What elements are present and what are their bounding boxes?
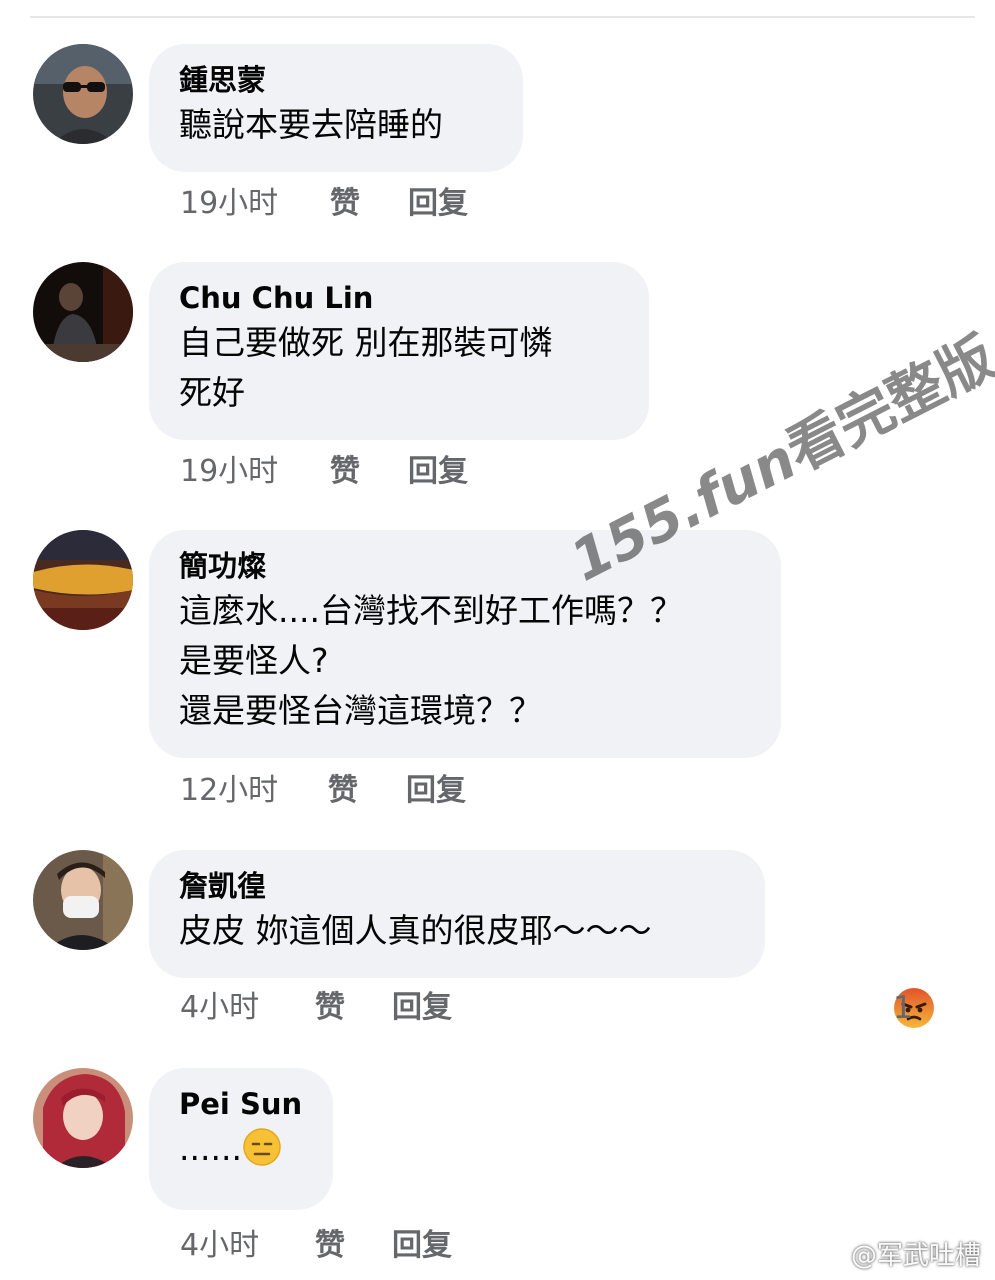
comment-text: ......	[179, 1124, 303, 1174]
like-button[interactable]: 赞	[315, 986, 345, 1030]
reply-button[interactable]: 回复	[392, 986, 452, 1030]
avatar[interactable]	[33, 850, 133, 950]
comment-author[interactable]: 詹凱徨	[179, 866, 735, 906]
like-button[interactable]: 赞	[315, 1224, 345, 1268]
comment-time[interactable]: 19小时	[180, 450, 278, 494]
comment-text: 自己要做死 別在那裝可憐 死好	[179, 318, 619, 418]
comment-actions: 4小时 赞 回复 1	[180, 986, 965, 1030]
source-text: @军武吐槽	[850, 1241, 981, 1271]
expressionless-face-icon	[243, 1128, 281, 1166]
comment-bubble: 鍾思蒙 聽說本要去陪睡的	[149, 44, 523, 172]
comment-text: 這麼水....台灣找不到好工作嗎？？ 是要怪人? 還是要怪台灣這環境？？	[179, 586, 751, 736]
avatar-image	[33, 530, 133, 630]
reaction-summary[interactable]: 1	[893, 986, 935, 1030]
comment-bubble: Chu Chu Lin 自己要做死 別在那裝可憐 死好	[149, 262, 649, 440]
comment-time[interactable]: 4小时	[180, 986, 259, 1030]
comment-text-dots: ......	[179, 1129, 242, 1168]
reply-button[interactable]: 回复	[406, 769, 466, 813]
avatar[interactable]	[33, 262, 133, 362]
comment-text-line: 這麼水....台灣找不到好工作嗎？？	[179, 591, 683, 630]
comment-text-line: 死好	[179, 373, 245, 412]
comment-bubble: 詹凱徨 皮皮 妳這個人真的很皮耶～～～	[149, 850, 765, 978]
comment-text-line: 是要怪人?	[179, 641, 329, 680]
comment-author[interactable]: Chu Chu Lin	[179, 278, 619, 318]
avatar[interactable]	[33, 530, 133, 630]
reply-button[interactable]: 回复	[392, 1224, 452, 1268]
avatar[interactable]	[33, 1068, 133, 1168]
avatar-image	[33, 262, 133, 362]
comment-bubble: Pei Sun ......	[149, 1068, 333, 1210]
comment-text: 聽說本要去陪睡的	[179, 100, 493, 150]
comment-author[interactable]: Pei Sun	[179, 1084, 303, 1124]
comment-time[interactable]: 12小时	[180, 769, 278, 813]
comment-time[interactable]: 4小时	[180, 1224, 259, 1268]
avatar-image	[33, 44, 133, 144]
comment-time[interactable]: 19小时	[180, 182, 278, 226]
source-watermark: @军武吐槽	[813, 1235, 981, 1272]
comment-author[interactable]: 鍾思蒙	[179, 60, 493, 100]
comment-text: 皮皮 妳這個人真的很皮耶～～～	[179, 906, 735, 956]
comment-text-line: 聽說本要去陪睡的	[179, 105, 443, 144]
reply-button[interactable]: 回复	[408, 450, 468, 494]
avatar-image	[33, 850, 133, 950]
watermark-suffix: 看完整版	[776, 324, 995, 485]
comment-bubble: 簡功燦 這麼水....台灣找不到好工作嗎？？ 是要怪人? 還是要怪台灣這環境？？	[149, 530, 781, 758]
comment-text-line: 還是要怪台灣這環境？？	[179, 691, 542, 730]
top-divider	[30, 16, 975, 18]
comment-text-line: 皮皮 妳這個人真的很皮耶～～～	[179, 911, 652, 950]
reply-button[interactable]: 回复	[408, 182, 468, 226]
comment-text-line: ......	[179, 1124, 303, 1174]
like-button[interactable]: 赞	[330, 450, 360, 494]
weibo-icon	[813, 1243, 846, 1269]
reaction-count: 1	[893, 990, 913, 1026]
like-button[interactable]: 赞	[328, 769, 358, 813]
like-button[interactable]: 赞	[330, 182, 360, 226]
comment-text-line: 自己要做死 別在那裝可憐	[179, 323, 553, 362]
avatar-image	[33, 1068, 133, 1168]
avatar[interactable]	[33, 44, 133, 144]
